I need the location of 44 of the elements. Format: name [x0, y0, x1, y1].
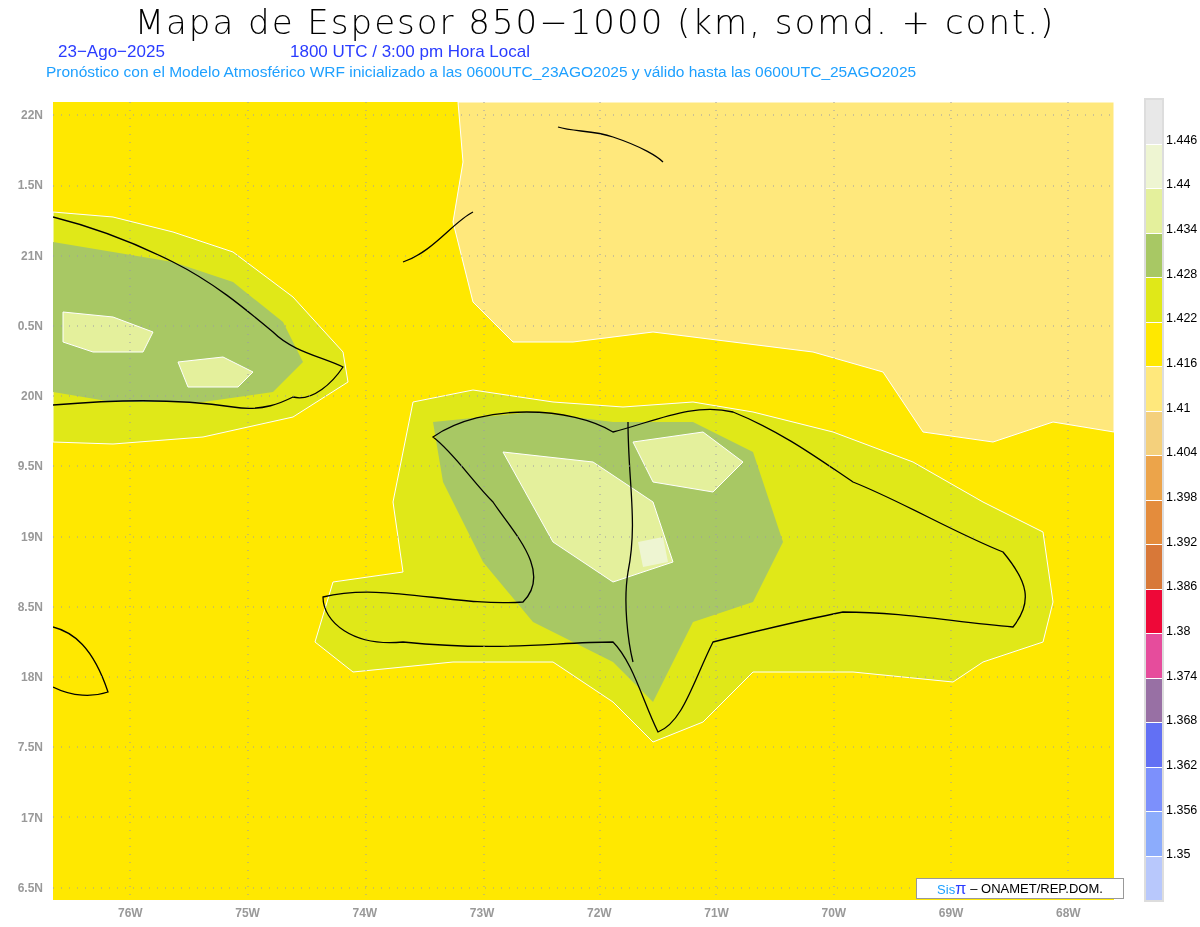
scale-label: 1.398 — [1166, 490, 1198, 505]
latitude-label: 9.5N — [17, 459, 43, 474]
brand-text: Sisπ — [937, 878, 967, 899]
latitude-label: 21N — [21, 248, 43, 263]
forecast-date: 23−Ago−2025 — [58, 41, 166, 64]
latitude-label: 8.5N — [17, 599, 43, 614]
latitude-label: 17N — [21, 810, 43, 825]
longitude-label: 76W — [118, 906, 143, 920]
forecast-description: Pronóstico con el Modelo Atmosférico WRF inicializado a las 0600UTC_23AGO2025 y válido hasta las 0600UTC_25AGO2025 — [46, 62, 917, 83]
scale-label: 1.356 — [1166, 802, 1198, 818]
longitude-label: 70W — [821, 906, 847, 920]
scale-label: 1.434 — [1166, 222, 1198, 237]
scale-label: 1.422 — [1166, 311, 1198, 327]
scale-label: 1.374 — [1166, 668, 1198, 684]
forecast-time: 1800 UTC / 3:00 pm Hora Local — [290, 41, 530, 64]
scale-label: 1.416 — [1166, 356, 1198, 371]
longitude-label: 71W — [704, 906, 729, 920]
longitude-label: 73W — [469, 906, 495, 920]
latitude-label: 0.5N — [17, 318, 43, 333]
longitude-label: 69W — [938, 906, 964, 920]
longitude-label: 75W — [235, 906, 260, 920]
latitude-label: 20N — [21, 389, 43, 403]
scale-label: 1.404 — [1166, 445, 1198, 461]
scale-label: 1.428 — [1166, 266, 1198, 282]
scale-label: 1.392 — [1166, 534, 1198, 550]
latitude-label: 22N — [21, 108, 43, 122]
longitude-label: 74W — [352, 906, 378, 920]
map-title: Mapa de Espesor 850−1000 (km, somd. + cont.) — [134, 2, 1056, 42]
scale-label: 1.44 — [1166, 177, 1191, 193]
scale-label: 1.368 — [1166, 713, 1198, 729]
latitude-label: 6.5N — [17, 880, 43, 895]
scale-label: 1.362 — [1166, 758, 1198, 773]
scale-label: 1.38 — [1166, 624, 1191, 639]
scale-label: 1.386 — [1166, 579, 1198, 595]
latitude-label: 18N — [21, 670, 43, 684]
scale-label: 1.41 — [1166, 400, 1191, 416]
scale-label: 1.35 — [1166, 847, 1191, 863]
latitude-label: 7.5N — [17, 740, 43, 755]
longitude-label: 68W — [1056, 906, 1081, 920]
latitude-label: 19N — [21, 529, 43, 544]
scale-label: 1.446 — [1166, 132, 1198, 148]
agency-text: – ONAMET/REP.DOM. — [970, 879, 1103, 898]
latitude-label: 1.5N — [17, 178, 43, 193]
longitude-label: 72W — [587, 906, 612, 920]
